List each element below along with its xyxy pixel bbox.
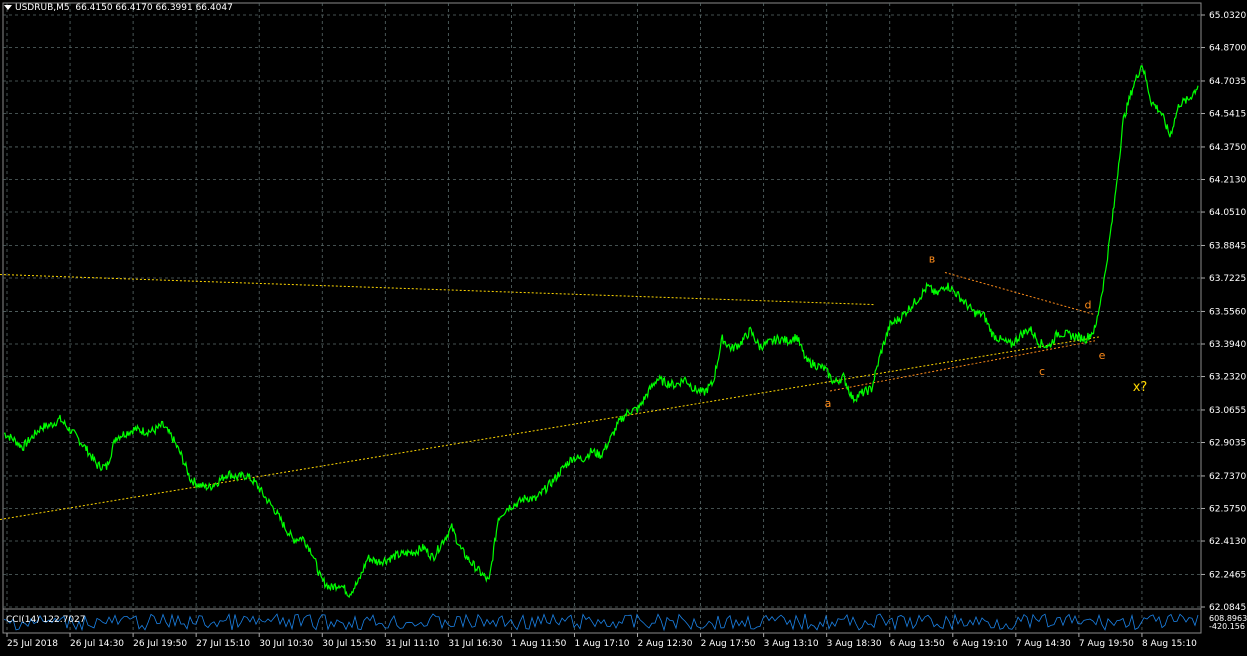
price-chart[interactable]: a в c d e x? 65.0320 64.8700 64.7035 64.5415 64.3…: [0, 0, 1247, 656]
cci-scale-bottom: -420.156: [1209, 622, 1245, 631]
y-tick-label: 64.8700: [1209, 44, 1246, 54]
ohlc-values: 66.4150 66.4170 66.3991 66.4047: [75, 3, 233, 13]
x-tick-label: 31 Jul 16:30: [448, 639, 502, 649]
y-tick-label: 62.9035: [1209, 439, 1246, 449]
wave-label-c: c: [1039, 365, 1045, 378]
wave-label-x: x?: [1133, 380, 1148, 395]
chart-frame: [2, 2, 1202, 634]
y-tick-label: 63.5560: [1209, 307, 1246, 317]
y-tick-label: 63.7225: [1209, 274, 1246, 284]
x-tick-label: 31 Jul 11:10: [385, 639, 439, 649]
trendline-upper-resistance: [0, 273, 876, 306]
y-tick-label: 64.5415: [1209, 110, 1246, 120]
x-tick-label: 25 Jul 2018: [7, 639, 58, 649]
y-tick-label: 64.3750: [1209, 143, 1246, 153]
x-tick-label: 26 Jul 19:50: [133, 639, 187, 649]
x-tick-label: 6 Aug 19:10: [953, 639, 1008, 649]
x-tick-label: 30 Jul 15:50: [322, 639, 376, 649]
x-tick-label: 26 Jul 14:30: [70, 639, 124, 649]
x-tick-label: 7 Aug 19:50: [1079, 639, 1134, 649]
x-tick-label: 2 Aug 17:50: [701, 639, 756, 649]
chart-header: USDRUB,M5 66.4150 66.4170 66.3991 66.404…: [4, 3, 233, 13]
cci-label: CCI(14) 122.7027: [6, 615, 86, 625]
cci-line: [3, 613, 1199, 632]
wave-label-a: a: [825, 397, 832, 410]
x-tick-label: 3 Aug 13:10: [764, 639, 819, 649]
wave-label-b: в: [929, 252, 935, 265]
y-tick-label: 62.7370: [1209, 472, 1246, 482]
y-tick-label: 64.7035: [1209, 77, 1246, 87]
y-tick-label: 62.5750: [1209, 504, 1246, 514]
x-tick-label: 6 Aug 13:50: [890, 639, 945, 649]
x-tick-label: 8 Aug 15:10: [1142, 639, 1197, 649]
time-axis: 25 Jul 2018 26 Jul 14:30 26 Jul 19:50 27 Ju…: [6, 633, 1197, 649]
y-tick-label: 62.4130: [1209, 537, 1246, 547]
x-tick-label: 27 Jul 15:10: [196, 639, 250, 649]
y-tick-label: 64.0510: [1209, 208, 1246, 218]
chart-grid: [2, 2, 1202, 634]
wave-label-d: d: [1085, 299, 1092, 312]
y-tick-label: 63.8845: [1209, 241, 1246, 251]
y-tick-label: 63.3940: [1209, 340, 1246, 350]
price-axis: 65.0320 64.8700 64.7035 64.5415 64.3750 64.21…: [1201, 11, 1246, 613]
symbol-label: USDRUB,M5: [15, 3, 70, 13]
y-tick-label: 62.2465: [1209, 570, 1246, 580]
dropdown-triangle-icon[interactable]: [4, 5, 12, 10]
wave-label-e: e: [1099, 349, 1106, 362]
y-tick-label: 65.0320: [1209, 11, 1246, 21]
x-tick-label: 2 Aug 12:30: [638, 639, 693, 649]
price-line: [3, 65, 1199, 599]
y-tick-label: 64.2130: [1209, 175, 1246, 185]
x-tick-label: 1 Aug 11:50: [511, 639, 566, 649]
y-tick-label: 62.0845: [1209, 603, 1246, 613]
y-tick-label: 63.0655: [1209, 406, 1246, 416]
x-tick-label: 3 Aug 18:30: [827, 639, 882, 649]
trendline-wave-a-c: [829, 340, 1096, 392]
x-tick-label: 30 Jul 10:30: [259, 639, 313, 649]
x-tick-label: 1 Aug 17:10: [574, 639, 629, 649]
cci-pane: 608.8963-420.156: [3, 613, 1247, 632]
trendline-lower-support: [0, 336, 1101, 521]
y-tick-label: 63.2320: [1209, 373, 1246, 383]
x-tick-label: 7 Aug 14:30: [1016, 639, 1071, 649]
